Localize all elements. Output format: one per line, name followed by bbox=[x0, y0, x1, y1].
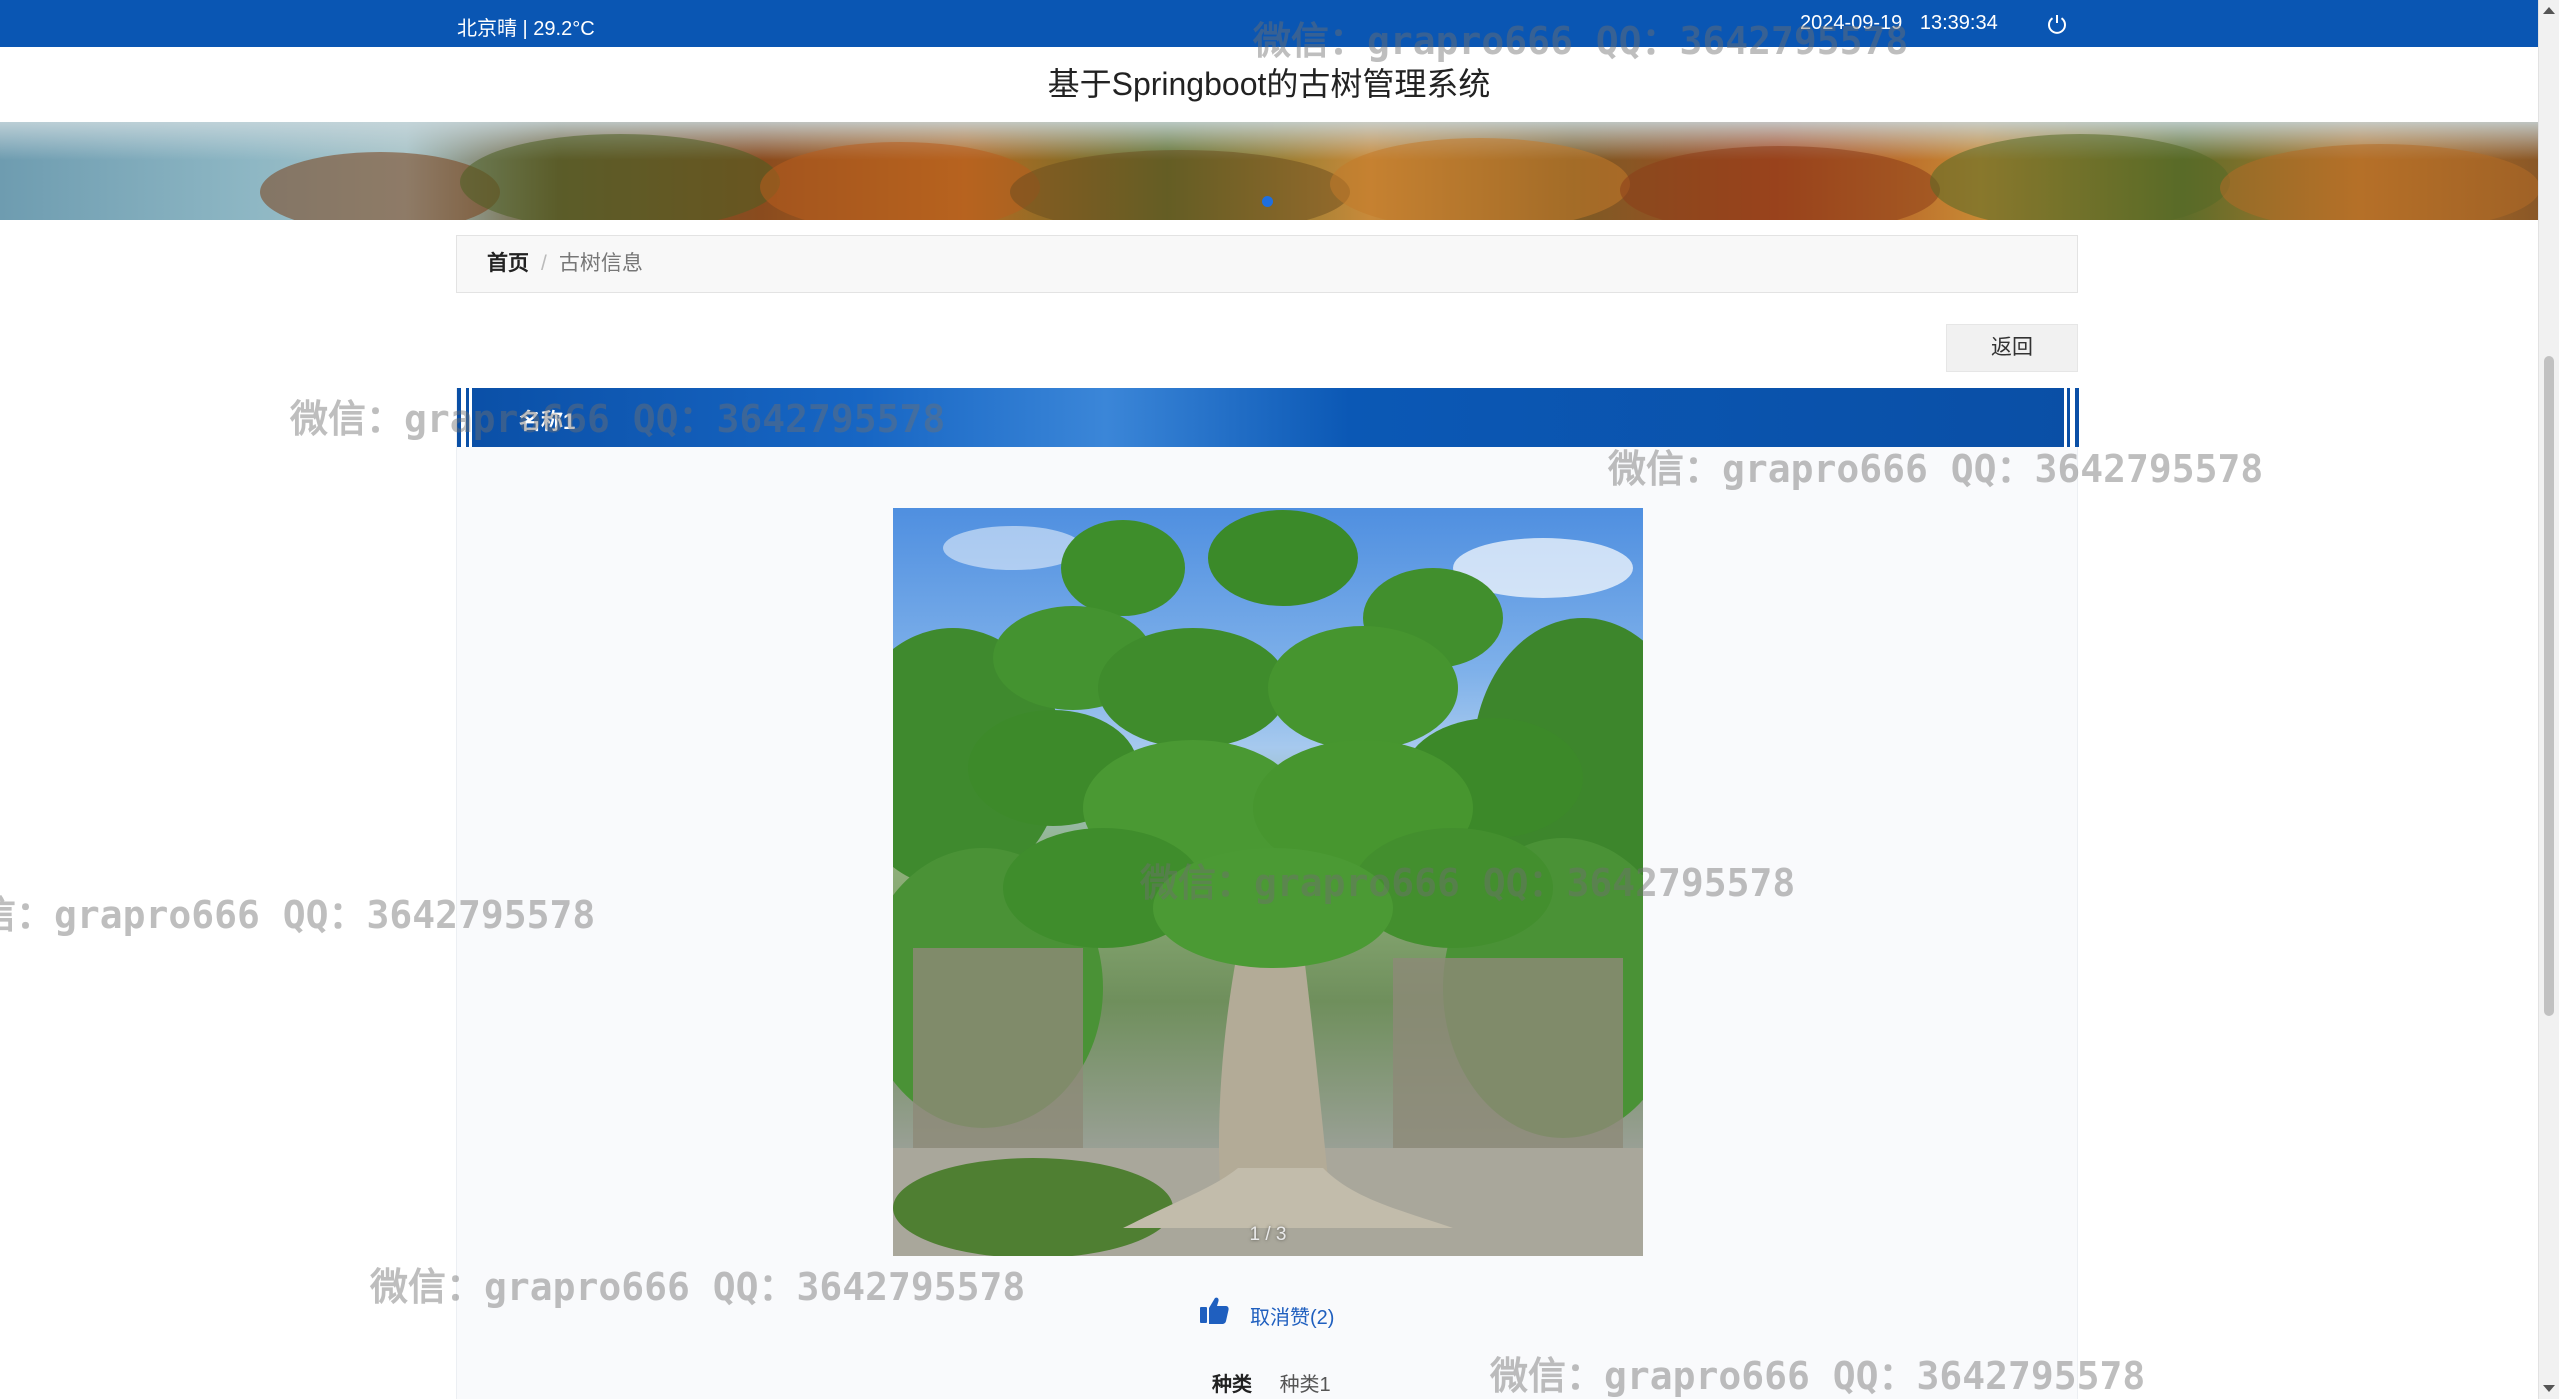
carousel-indicator[interactable] bbox=[1262, 196, 1273, 207]
time-text: 13:39:34 bbox=[1919, 12, 1998, 34]
back-button[interactable]: 返回 bbox=[1946, 324, 2078, 372]
item-name: 名称1 bbox=[519, 409, 576, 434]
field-value: 种类1 bbox=[1279, 1374, 1331, 1396]
tree-photo[interactable]: 1 / 3 bbox=[893, 508, 1643, 1256]
breadcrumb-current: 古树信息 bbox=[558, 252, 643, 275]
scroll-down-icon[interactable] bbox=[2543, 1385, 2555, 1392]
name-bar: 名称1 bbox=[457, 388, 2079, 447]
breadcrumb-home[interactable]: 首页 bbox=[487, 252, 529, 275]
thumbs-up-icon bbox=[1198, 1294, 1230, 1326]
scrollbar-thumb[interactable] bbox=[2544, 356, 2554, 1016]
tree-illustration bbox=[893, 510, 1643, 1256]
image-counter: 1 / 3 bbox=[1249, 1224, 1287, 1245]
datetime: 2024-09-19 13:39:34 bbox=[1800, 12, 1998, 35]
name-bar-stripe bbox=[2070, 388, 2075, 447]
page: 北京晴 | 29.2°C 2024-09-19 13:39:34 基于Sprin… bbox=[0, 0, 2559, 1399]
site-title: 基于Springboot的古树管理系统 bbox=[1047, 66, 1491, 102]
vertical-scrollbar[interactable] bbox=[2538, 0, 2559, 1399]
like-label: 取消赞(2) bbox=[1250, 1307, 1335, 1329]
name-bar-stripe bbox=[469, 388, 472, 447]
power-icon[interactable] bbox=[2046, 13, 2068, 35]
date-text: 2024-09-19 bbox=[1800, 12, 1903, 34]
scroll-up-icon[interactable] bbox=[2543, 7, 2555, 14]
banner-carousel bbox=[0, 122, 2538, 220]
weather-info: 北京晴 | 29.2°C bbox=[457, 18, 595, 40]
breadcrumb: 首页 / 古树信息 bbox=[456, 235, 2078, 293]
field-row: 种类 种类1 bbox=[1212, 1368, 1331, 1397]
breadcrumb-separator: / bbox=[541, 252, 547, 275]
name-bar-stripe bbox=[461, 388, 466, 447]
field-label: 种类 bbox=[1212, 1374, 1252, 1396]
name-bar-stripe bbox=[2064, 388, 2067, 447]
detail-panel: 名称1 1 / 3 取消赞(2) 种类 种类1 bbox=[456, 388, 2079, 1399]
top-bar: 北京晴 | 29.2°C 2024-09-19 13:39:34 bbox=[0, 0, 2538, 47]
